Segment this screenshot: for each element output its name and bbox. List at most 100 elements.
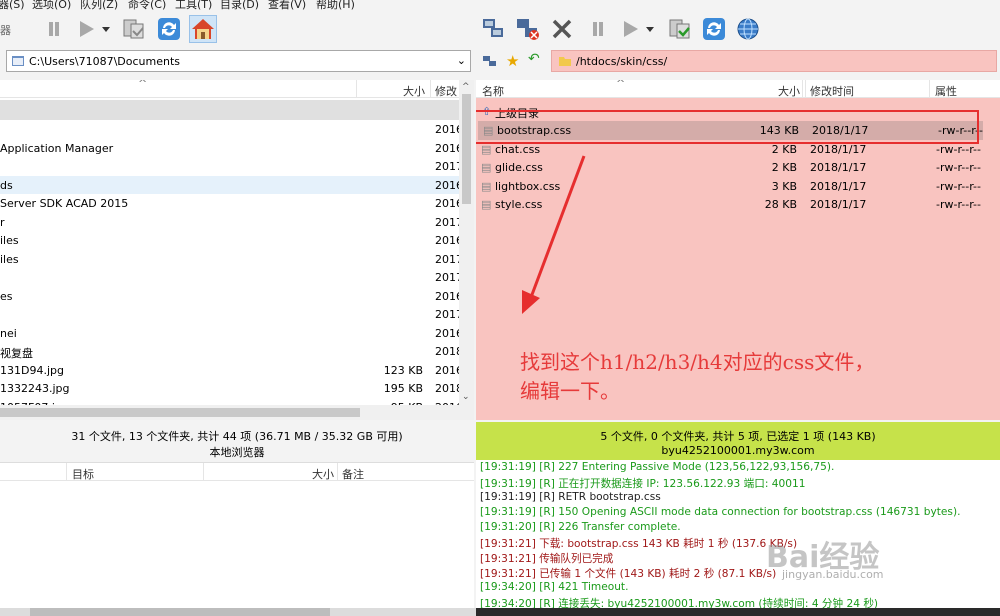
go-up-icon[interactable]: ↶ <box>528 51 540 67</box>
remote-status-text: 5 个文件, 0 个文件夹, 共计 5 项, 已选定 1 项 (143 KB) <box>600 430 876 443</box>
remote-file-size: 2 KB <box>771 161 797 174</box>
local-file-name: r <box>0 215 5 229</box>
local-column-header: ^ 大小 修改 <box>0 80 474 98</box>
transfer-button[interactable] <box>72 15 100 43</box>
menu-item-help[interactable]: 帮助(H) <box>316 0 355 10</box>
local-file-row[interactable]: Application Manager 2016 <box>0 139 463 158</box>
remote-col-attr[interactable]: 属性 <box>935 83 957 99</box>
menu-item-view[interactable]: 查看(V) <box>268 0 306 10</box>
local-file-list: ^ 大小 修改 2016 Application Manager 2016 2017 d… <box>0 80 474 420</box>
transfer-dropdown[interactable] <box>98 15 114 43</box>
remote-file-list: ^ 名称 大小 修改时间 属性 ⇧ 上级目录 ▤ bootstrap.css 143… <box>476 80 1000 420</box>
local-file-row[interactable]: iles 2016 <box>0 231 463 250</box>
queue-button[interactable] <box>120 15 148 43</box>
queue-download-icon <box>669 19 690 39</box>
local-scroll-thumb[interactable] <box>462 94 471 204</box>
local-file-row[interactable]: es 2016 <box>0 287 463 306</box>
download-queue-button[interactable] <box>666 15 694 43</box>
remote-file-size: 3 KB <box>771 179 797 193</box>
pause-button[interactable] <box>40 15 68 43</box>
queue-col-target[interactable]: 目标 <box>72 466 94 482</box>
log-line: [19:34:20] [R] 连接丢失: byu4252100001.my3w.… <box>480 598 879 608</box>
local-file-size: 123 KB <box>383 363 423 377</box>
local-path-combobox[interactable]: C:\Users\71087\Documents ⌄ <box>6 50 471 72</box>
local-file-name: Server SDK ACAD 2015 <box>0 197 129 210</box>
remote-file-date: 2018/1/17 <box>810 161 867 174</box>
local-horizontal-scrollbar[interactable] <box>0 405 459 420</box>
refresh-local-button[interactable] <box>155 15 183 43</box>
local-file-name: 视复盘 <box>0 347 33 360</box>
disconnect-icon <box>517 19 539 40</box>
local-col-modified[interactable]: 修改 <box>435 83 457 99</box>
close-icon <box>552 19 572 39</box>
chevron-down-icon <box>646 27 654 32</box>
favorites-star-icon[interactable]: ★ <box>506 52 519 70</box>
remote-transfer-dropdown[interactable] <box>642 15 658 43</box>
remote-path-box[interactable]: /htdocs/skin/css/ <box>551 50 997 72</box>
sort-indicator-icon: ^ <box>616 80 626 90</box>
log-line: [19:31:21] 已传输 1 个文件 (143 KB) 耗时 2 秒 (87… <box>480 568 777 580</box>
local-file-row[interactable]: 2016 <box>0 120 463 139</box>
remote-col-size[interactable]: 大小 <box>778 83 800 99</box>
local-vertical-scrollbar[interactable]: ^ ⌄ <box>459 80 474 420</box>
remote-pause-button[interactable] <box>584 15 612 43</box>
remote-col-modified[interactable]: 修改时间 <box>810 83 854 99</box>
local-file-row[interactable]: r 2017 <box>0 213 463 232</box>
log-line: [19:31:19] [R] 正在打开数据连接 IP: 123.56.122.9… <box>480 478 806 490</box>
queue-column-header: 目标 大小 备注 <box>0 463 474 481</box>
local-file-row[interactable]: 2017 <box>0 268 463 287</box>
stop-button[interactable] <box>548 15 576 43</box>
menu-item-commands[interactable]: 命令(C) <box>128 0 166 10</box>
queue-col-note[interactable]: 备注 <box>342 466 364 482</box>
local-file-row[interactable]: nei 2016 <box>0 324 463 343</box>
local-file-row[interactable]: 131D94.jpg 123 KB 2016 <box>0 361 463 380</box>
log-pane: [19:31:19] [R] 227 Entering Passive Mode… <box>476 460 1000 608</box>
menu-item-options[interactable]: 选项(O) <box>32 0 71 10</box>
annotation-arrow <box>522 155 586 314</box>
disconnect-button[interactable] <box>514 15 542 43</box>
local-file-row[interactable]: iles 2017 <box>0 250 463 269</box>
folder-icon <box>559 57 571 66</box>
log-line: [19:34:20] [R] 421 Timeout. <box>480 581 629 593</box>
log-line: [19:31:19] [R] 227 Entering Passive Mode… <box>480 461 835 473</box>
log-line: [19:31:21] 下载: bootstrap.css 143 KB 耗时 1… <box>480 538 798 550</box>
remote-dir-icon[interactable] <box>482 53 498 69</box>
remote-file-attr: -rw-r--r-- <box>936 198 981 211</box>
queue-col-size[interactable]: 大小 <box>312 466 334 482</box>
local-file-row[interactable]: 1332243.jpg 195 KB 2018 <box>0 379 463 398</box>
remote-col-name[interactable]: 名称 <box>482 83 504 99</box>
local-file-name: iles <box>0 252 19 266</box>
chevron-down-icon[interactable]: ⌄ <box>457 54 466 67</box>
remote-host-label: byu4252100001.my3w.com <box>661 444 815 457</box>
home-button[interactable] <box>189 15 217 43</box>
menu-item-queue[interactable]: 队列(Z) <box>80 0 118 10</box>
remote-transfer-button[interactable] <box>616 15 644 43</box>
remote-file-attr: -rw-r--r-- <box>936 179 981 193</box>
local-file-name: nei <box>0 326 17 340</box>
local-row-parent[interactable] <box>0 100 460 120</box>
globe-icon <box>737 18 759 40</box>
local-status-bar: 31 个文件, 13 个文件夹, 共计 44 项 (36.71 MB / 35.… <box>0 424 474 462</box>
local-file-name: 131D94.jpg <box>0 363 64 377</box>
menu-item-session[interactable]: 器(S) <box>0 0 25 10</box>
connect-button[interactable] <box>480 15 508 43</box>
refresh-icon <box>703 18 725 40</box>
menu-item-tools[interactable]: 工具(T) <box>175 0 212 10</box>
sort-indicator-icon: ^ <box>138 80 148 90</box>
annotation-line-2: 编辑一下。 <box>520 379 620 403</box>
local-hscroll-thumb[interactable] <box>0 408 360 417</box>
web-button[interactable] <box>734 15 762 43</box>
local-file-row[interactable]: 视复盘 2018 <box>0 342 463 361</box>
local-file-row[interactable]: Server SDK ACAD 2015 2016 <box>0 194 463 213</box>
play-icon <box>80 21 94 37</box>
remote-address-row: ★ ↶ /htdocs/skin/css/ <box>476 48 1000 74</box>
local-col-size[interactable]: 大小 <box>403 83 425 99</box>
local-file-row[interactable]: 2017 <box>0 157 463 176</box>
refresh-remote-button[interactable] <box>700 15 728 43</box>
local-browser-label: 本地浏览器 <box>209 446 265 459</box>
annotation-text: 找到这个h1/h2/h3/h4对应的css文件， 编辑一下。 <box>520 348 874 406</box>
bottom-edge <box>0 608 1000 616</box>
local-file-row[interactable]: ds 2016 <box>0 175 463 194</box>
local-file-row[interactable]: 2017 <box>0 305 463 324</box>
menu-item-directory[interactable]: 目录(D) <box>220 0 259 10</box>
